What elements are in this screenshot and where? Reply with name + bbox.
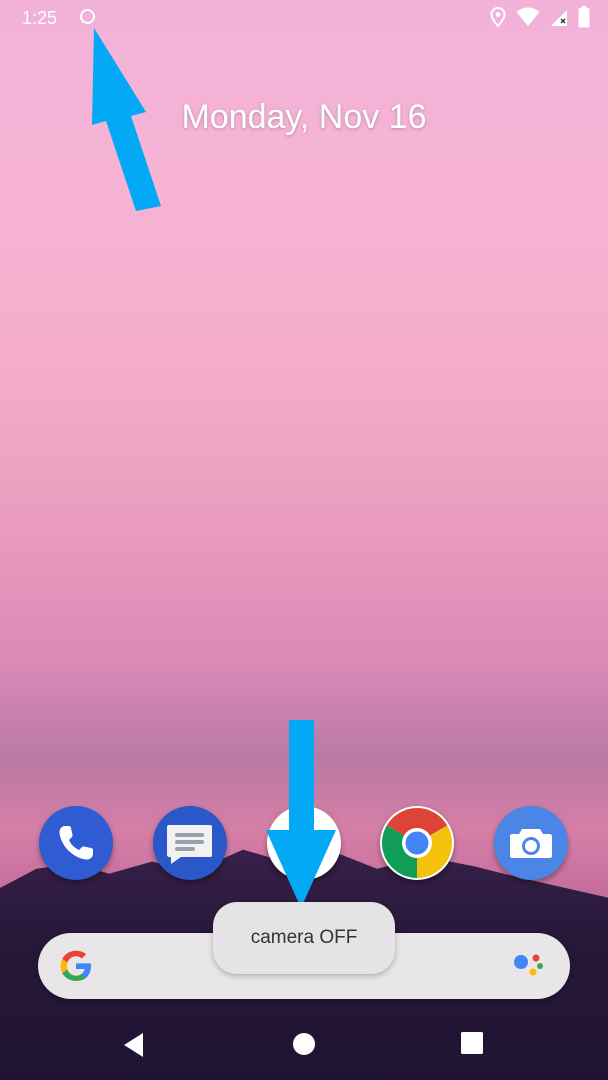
back-icon[interactable] — [122, 1032, 146, 1058]
camera-app-icon[interactable] — [494, 806, 568, 880]
wifi-icon — [516, 7, 540, 31]
chrome-app-icon[interactable] — [380, 806, 454, 880]
annotation-arrow-up — [92, 28, 161, 211]
recents-icon[interactable] — [461, 1032, 483, 1054]
navigation-bar — [0, 1010, 608, 1080]
circle-icon — [80, 9, 95, 24]
chrome-icon — [382, 808, 452, 878]
annotation-arrow-down — [266, 720, 336, 908]
signal-icon — [550, 7, 568, 31]
google-g-icon — [60, 950, 91, 981]
status-icons — [490, 6, 590, 32]
battery-icon — [578, 6, 590, 32]
home-icon[interactable] — [292, 1032, 316, 1056]
messages-app-icon[interactable] — [153, 806, 227, 880]
status-time: 1:25 — [22, 8, 58, 28]
location-icon — [490, 6, 506, 31]
camera-icon — [510, 829, 552, 858]
phone-icon — [59, 826, 93, 860]
assistant-icon[interactable] — [512, 950, 548, 984]
messages-icon — [167, 825, 212, 864]
home-screen: 1:25 Monday, Nov 16 camera OFF — [0, 0, 608, 1080]
toast-message: camera OFF — [213, 902, 395, 974]
phone-app-icon[interactable] — [39, 806, 113, 880]
